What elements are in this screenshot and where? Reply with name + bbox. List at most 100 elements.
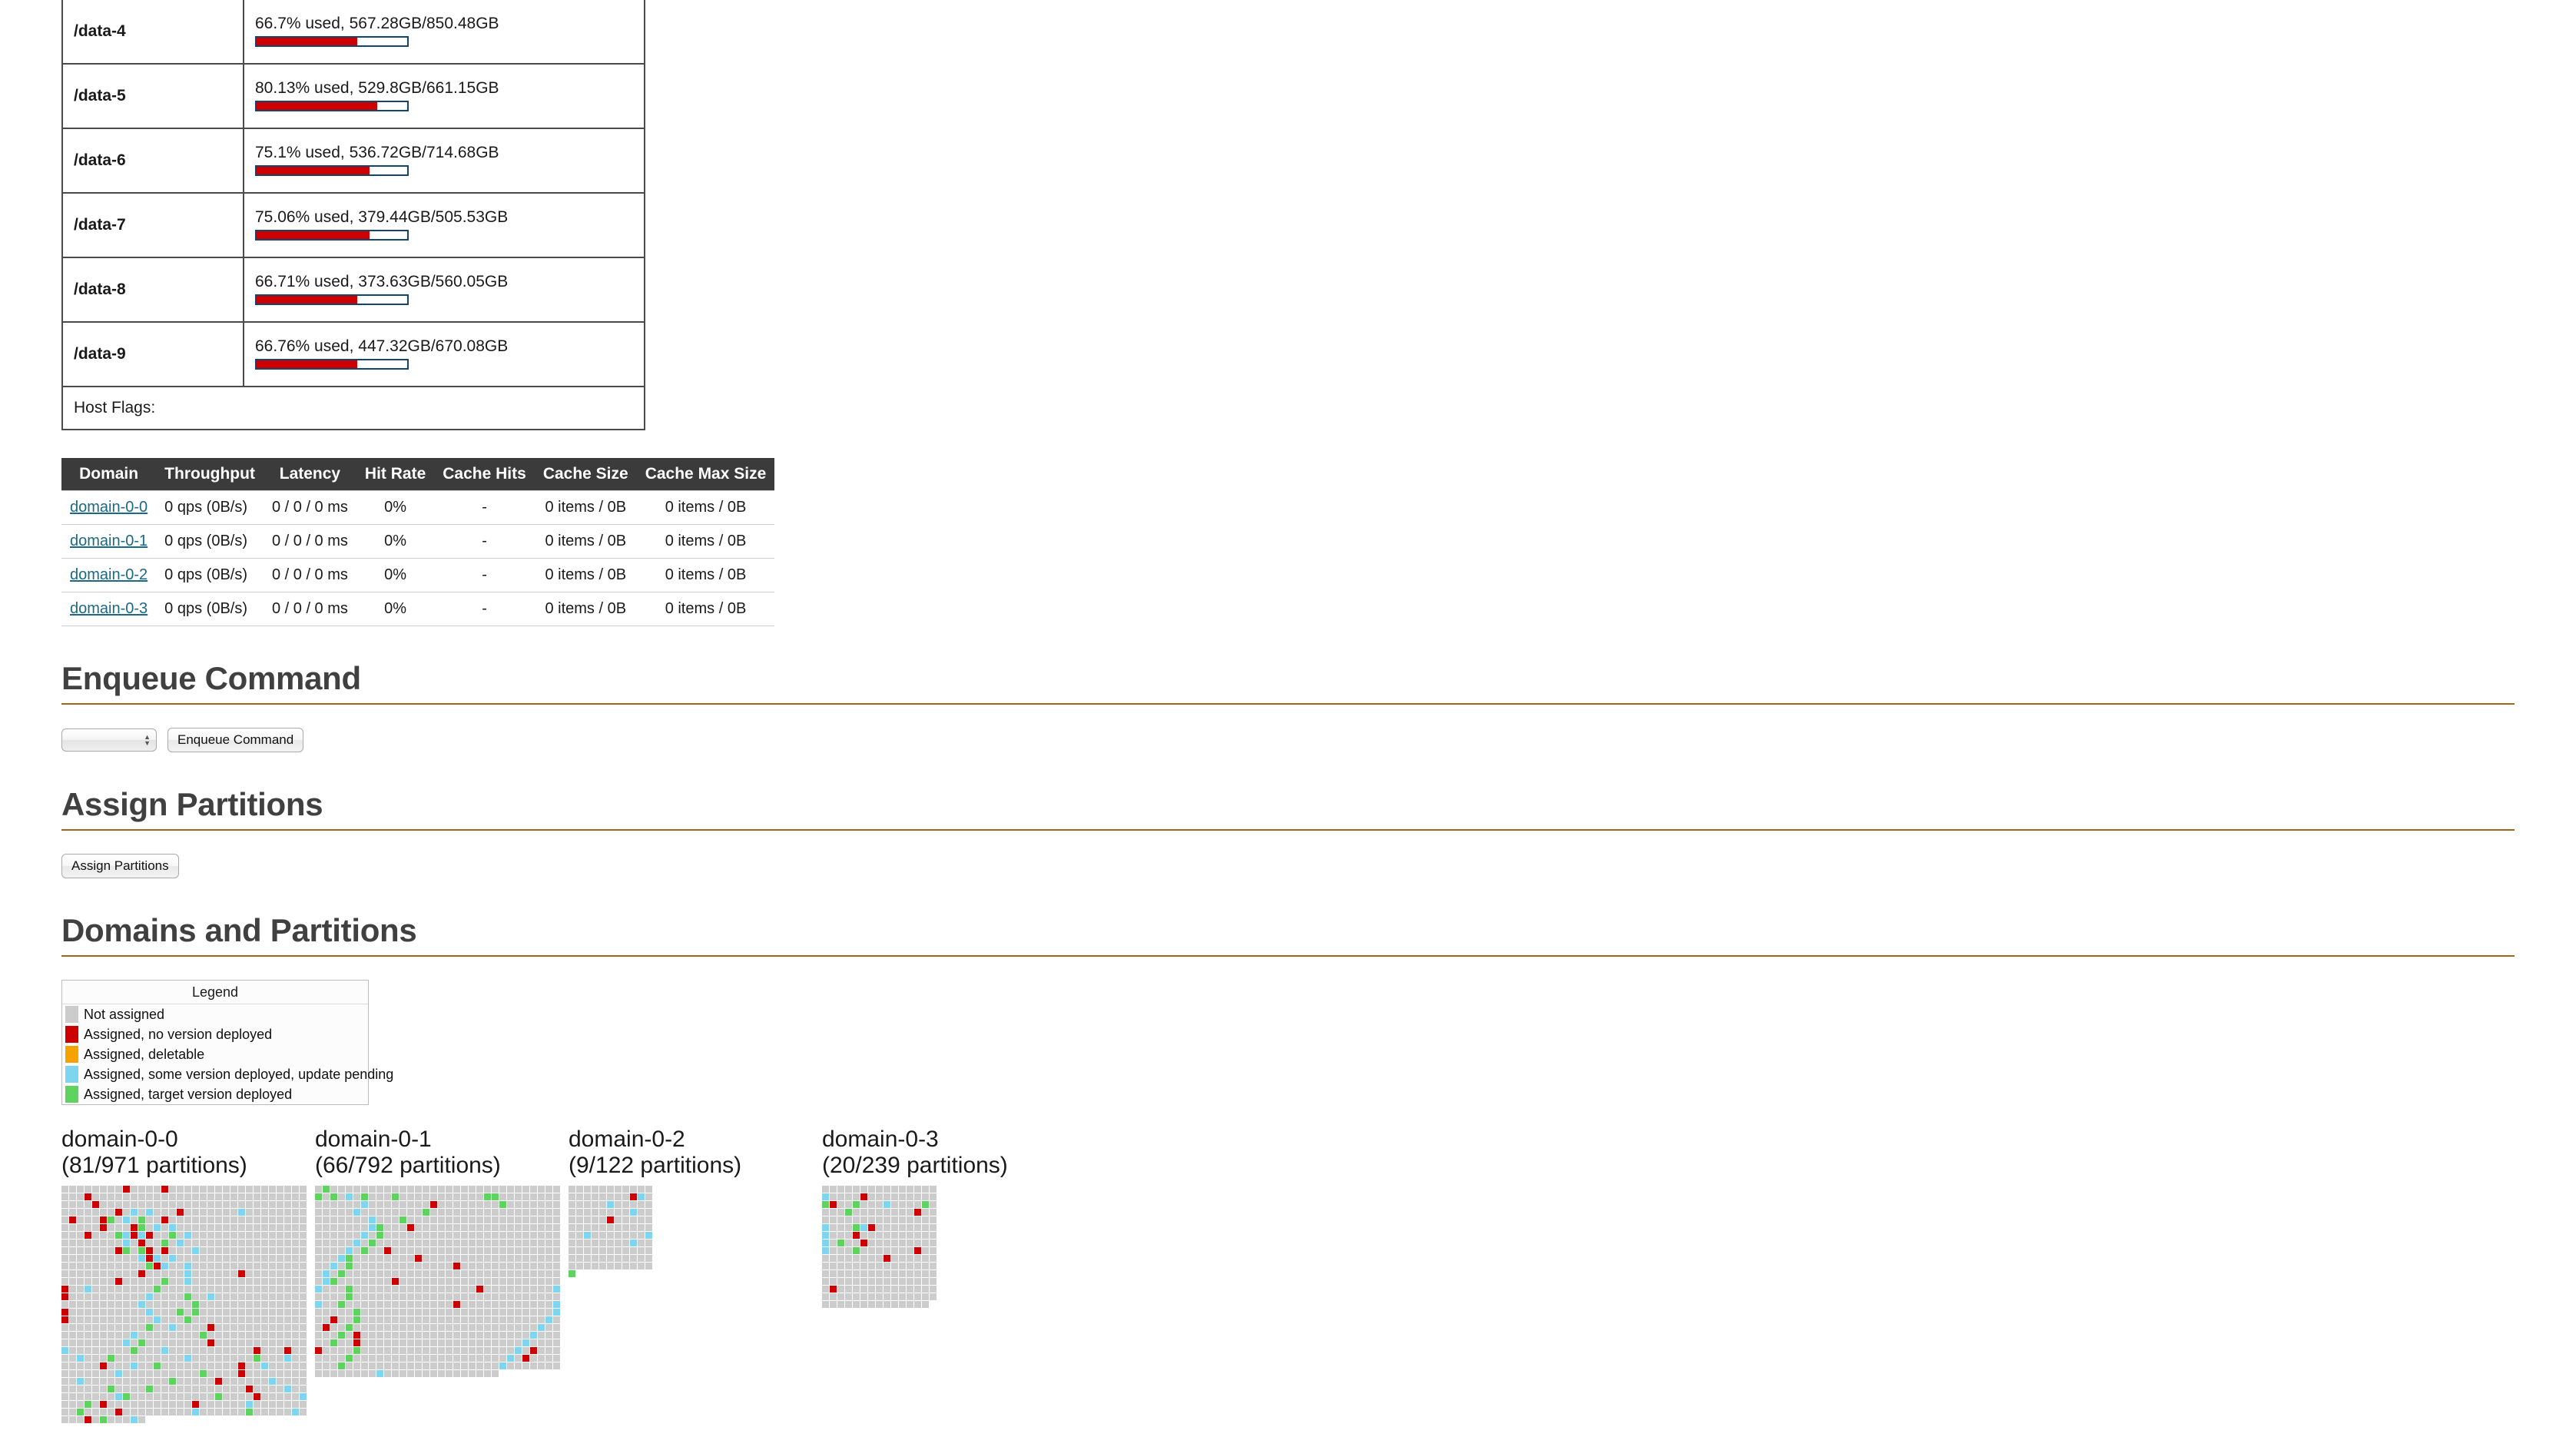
partition-cell[interactable] [545, 1224, 552, 1232]
partition-cell[interactable] [860, 1255, 867, 1263]
partition-cell[interactable] [530, 1270, 537, 1278]
partition-cell[interactable] [154, 1355, 161, 1362]
partition-cell[interactable] [615, 1224, 622, 1232]
partition-cell[interactable] [192, 1263, 199, 1270]
partition-cell[interactable] [361, 1270, 368, 1278]
partition-cell[interactable] [184, 1347, 191, 1355]
partition-cell[interactable] [384, 1370, 391, 1378]
partition-cell[interactable] [469, 1186, 476, 1193]
partition-cell[interactable] [384, 1201, 391, 1209]
partition-cell[interactable] [315, 1324, 322, 1332]
partition-cell[interactable] [184, 1224, 191, 1232]
partition-cell[interactable] [407, 1355, 414, 1362]
partition-cell[interactable] [284, 1309, 291, 1316]
partition-cell[interactable] [399, 1286, 406, 1293]
partition-cell[interactable] [85, 1393, 91, 1401]
partition-cell[interactable] [638, 1240, 645, 1247]
partition-cell[interactable] [907, 1232, 913, 1240]
partition-cell[interactable] [638, 1209, 645, 1216]
partition-cell[interactable] [446, 1232, 453, 1240]
partition-cell[interactable] [522, 1339, 529, 1347]
partition-cell[interactable] [238, 1293, 245, 1301]
partition-cell[interactable] [484, 1347, 491, 1355]
domain-link[interactable]: domain-0-2 [70, 566, 148, 583]
partition-cell[interactable] [346, 1355, 353, 1362]
partition-cell[interactable] [100, 1255, 107, 1263]
partition-cell[interactable] [85, 1286, 91, 1293]
partition-cell[interactable] [238, 1362, 245, 1370]
partition-cell[interactable] [545, 1240, 552, 1247]
partition-cell[interactable] [907, 1270, 913, 1278]
partition-cell[interactable] [177, 1278, 184, 1286]
partition-cell[interactable] [238, 1186, 245, 1193]
partition-cell[interactable] [192, 1286, 199, 1293]
partition-cell[interactable] [545, 1339, 552, 1347]
partition-cell[interactable] [868, 1293, 875, 1301]
partition-cell[interactable] [507, 1286, 514, 1293]
partition-cell[interactable] [192, 1378, 199, 1386]
partition-cell[interactable] [538, 1324, 545, 1332]
partition-cell[interactable] [300, 1216, 307, 1224]
partition-cell[interactable] [891, 1201, 898, 1209]
partition-cell[interactable] [860, 1216, 867, 1224]
partition-cell[interactable] [92, 1201, 99, 1209]
partition-cell[interactable] [553, 1255, 560, 1263]
partition-cell[interactable] [853, 1247, 860, 1255]
partition-cell[interactable] [399, 1355, 406, 1362]
partition-cell[interactable] [277, 1216, 283, 1224]
partition-cell[interactable] [100, 1293, 107, 1301]
partition-cell[interactable] [476, 1232, 483, 1240]
partition-cell[interactable] [269, 1286, 276, 1293]
partition-cell[interactable] [830, 1301, 837, 1309]
partition-cell[interactable] [415, 1232, 422, 1240]
partition-cell[interactable] [146, 1401, 153, 1409]
partition-cell[interactable] [392, 1332, 399, 1339]
partition-cell[interactable] [392, 1339, 399, 1347]
partition-cell[interactable] [300, 1362, 307, 1370]
partition-cell[interactable] [100, 1201, 107, 1209]
partition-cell[interactable] [338, 1263, 345, 1270]
partition-cell[interactable] [184, 1193, 191, 1201]
partition-cell[interactable] [538, 1332, 545, 1339]
partition-cell[interactable] [530, 1309, 537, 1316]
partition-cell[interactable] [77, 1378, 84, 1386]
partition-cell[interactable] [453, 1370, 460, 1378]
partition-cell[interactable] [376, 1286, 383, 1293]
partition-cell[interactable] [223, 1355, 230, 1362]
partition-cell[interactable] [92, 1186, 99, 1193]
partition-cell[interactable] [461, 1216, 468, 1224]
partition-cell[interactable] [407, 1339, 414, 1347]
partition-cell[interactable] [169, 1393, 176, 1401]
partition-cell[interactable] [615, 1255, 622, 1263]
partition-cell[interactable] [376, 1216, 383, 1224]
partition-cell[interactable] [215, 1409, 222, 1416]
partition-cell[interactable] [576, 1247, 583, 1255]
partition-cell[interactable] [499, 1247, 506, 1255]
partition-cell[interactable] [622, 1263, 629, 1270]
partition-cell[interactable] [254, 1301, 260, 1309]
partition-cell[interactable] [169, 1378, 176, 1386]
partition-cell[interactable] [192, 1386, 199, 1393]
partition-cell[interactable] [161, 1240, 168, 1247]
partition-cell[interactable] [469, 1278, 476, 1286]
partition-cell[interactable] [407, 1347, 414, 1355]
partition-cell[interactable] [338, 1339, 345, 1347]
partition-cell[interactable] [215, 1362, 222, 1370]
partition-cell[interactable] [569, 1224, 575, 1232]
partition-cell[interactable] [123, 1293, 130, 1301]
partition-cell[interactable] [499, 1324, 506, 1332]
partition-cell[interactable] [346, 1224, 353, 1232]
partition-cell[interactable] [284, 1386, 291, 1393]
partition-cell[interactable] [123, 1270, 130, 1278]
partition-cell[interactable] [131, 1378, 138, 1386]
partition-cell[interactable] [100, 1362, 107, 1370]
partition-cell[interactable] [592, 1193, 598, 1201]
partition-cell[interactable] [85, 1186, 91, 1193]
partition-cell[interactable] [876, 1209, 883, 1216]
partition-cell[interactable] [261, 1309, 268, 1316]
partition-cell[interactable] [830, 1286, 837, 1293]
partition-cell[interactable] [254, 1362, 260, 1370]
partition-cell[interactable] [131, 1278, 138, 1286]
partition-cell[interactable] [868, 1247, 875, 1255]
partition-cell[interactable] [108, 1240, 114, 1247]
